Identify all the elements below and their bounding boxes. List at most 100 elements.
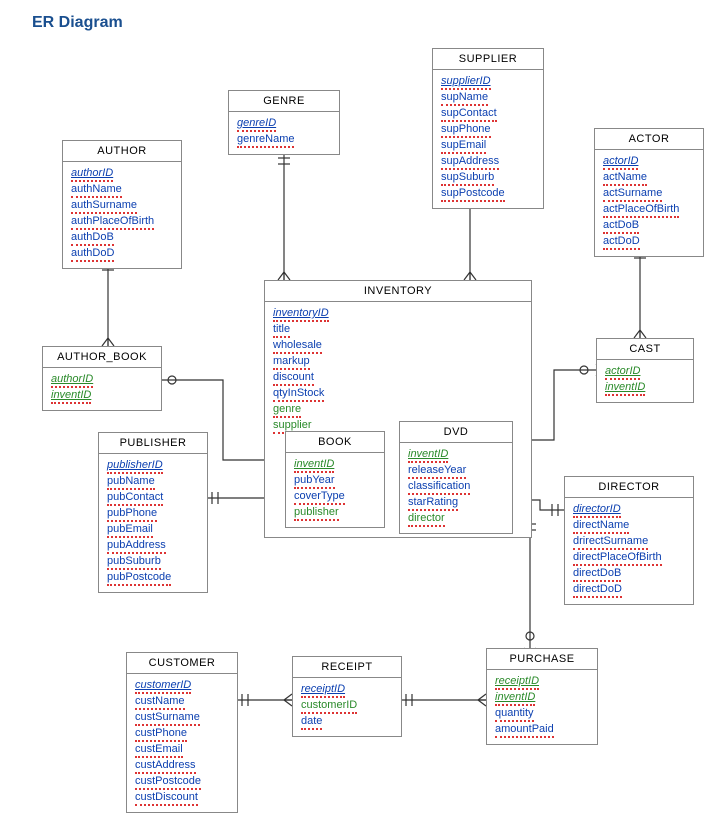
entity-supplier: SUPPLIER supplierIDsupNamesupContactsupP… <box>432 48 544 209</box>
attribute-custPostcode: custPostcode <box>135 774 201 790</box>
entity-book: BOOK inventIDpubYearcoverTypepublisher <box>285 431 385 528</box>
entity-author: AUTHOR authorIDauthNameauthSurnameauthPl… <box>62 140 182 269</box>
attribute-receiptID: receiptID <box>301 682 345 698</box>
entity-title: CAST <box>597 339 693 360</box>
attribute-director: director <box>408 511 445 527</box>
entity-receipt: RECEIPT receiptIDcustomerIDdate <box>292 656 402 737</box>
attribute-publisher: publisher <box>294 505 339 521</box>
attribute-actorID: actorID <box>605 364 640 380</box>
attribute-authPlaceOfBirth: authPlaceOfBirth <box>71 214 154 230</box>
attribute-custEmail: custEmail <box>135 742 183 758</box>
attribute-actPlaceOfBirth: actPlaceOfBirth <box>603 202 679 218</box>
attribute-coverType: coverType <box>294 489 345 505</box>
attribute-authName: authName <box>71 182 122 198</box>
attribute-customerID: customerID <box>301 698 357 714</box>
attribute-custSurname: custSurname <box>135 710 200 726</box>
attribute-actDoB: actDoB <box>603 218 639 234</box>
entity-publisher: PUBLISHER publisherIDpubNamepubContactpu… <box>98 432 208 593</box>
attribute-supplierID: supplierID <box>441 74 491 90</box>
attribute-authorID: authorID <box>71 166 113 182</box>
entity-dvd: DVD inventIDreleaseYearclassificationsta… <box>399 421 513 534</box>
attribute-pubAddress: pubAddress <box>107 538 166 554</box>
entity-attrs: publisherIDpubNamepubContactpubPhonepubE… <box>99 454 207 592</box>
attribute-supSuburb: supSuburb <box>441 170 494 186</box>
attribute-genre: genre <box>273 402 301 418</box>
attribute-genreID: genreID <box>237 116 276 132</box>
attribute-directorID: directorID <box>573 502 621 518</box>
attribute-actDoD: actDoD <box>603 234 640 250</box>
entity-customer: CUSTOMER customerIDcustNamecustSurnamecu… <box>126 652 238 813</box>
attribute-directPlaceOfBirth: directPlaceOfBirth <box>573 550 662 566</box>
attribute-publisherID: publisherID <box>107 458 163 474</box>
attribute-customerID: customerID <box>135 678 191 694</box>
attribute-directDoB: directDoB <box>573 566 621 582</box>
entity-attrs: customerIDcustNamecustSurnamecustPhonecu… <box>127 674 237 812</box>
attribute-releaseYear: releaseYear <box>408 463 466 479</box>
entity-title: CUSTOMER <box>127 653 237 674</box>
entity-attrs: actorIDinventID <box>597 360 693 402</box>
attribute-supContact: supContact <box>441 106 497 122</box>
attribute-inventID: inventID <box>408 447 448 463</box>
attribute-markup: markup <box>273 354 310 370</box>
attribute-discount: discount <box>273 370 314 386</box>
attribute-inventID: inventID <box>495 690 535 706</box>
attribute-pubName: pubName <box>107 474 155 490</box>
attribute-date: date <box>301 714 322 730</box>
attribute-qtyInStock: qtyInStock <box>273 386 324 402</box>
attribute-starRating: starRating <box>408 495 458 511</box>
attribute-classification: classification <box>408 479 470 495</box>
attribute-inventID: inventID <box>51 388 91 404</box>
attribute-genreName: genreName <box>237 132 294 148</box>
entity-title: RECEIPT <box>293 657 401 678</box>
attribute-inventID: inventID <box>605 380 645 396</box>
entity-attrs: actorIDactNameactSurnameactPlaceOfBirtha… <box>595 150 703 256</box>
entity-genre: GENRE genreIDgenreName <box>228 90 340 155</box>
entity-attrs: receiptIDcustomerIDdate <box>293 678 401 736</box>
entity-cast: CAST actorIDinventID <box>596 338 694 403</box>
entity-title: ACTOR <box>595 129 703 150</box>
attribute-authSurname: authSurname <box>71 198 137 214</box>
attribute-receiptID: receiptID <box>495 674 539 690</box>
attribute-authDoD: authDoD <box>71 246 114 262</box>
entity-title: AUTHOR <box>63 141 181 162</box>
attribute-pubEmail: pubEmail <box>107 522 153 538</box>
entity-attrs: supplierIDsupNamesupContactsupPhonesupEm… <box>433 70 543 208</box>
entity-title: AUTHOR_BOOK <box>43 347 161 368</box>
attribute-inventoryID: inventoryID <box>273 306 329 322</box>
entity-attrs: inventIDpubYearcoverTypepublisher <box>286 453 384 527</box>
attribute-supPostcode: supPostcode <box>441 186 505 202</box>
entity-title: INVENTORY <box>265 281 531 302</box>
entity-title: PURCHASE <box>487 649 597 670</box>
attribute-wholesale: wholesale <box>273 338 322 354</box>
entity-purchase: PURCHASE receiptIDinventIDquantityamount… <box>486 648 598 745</box>
attribute-directDoD: directDoD <box>573 582 622 598</box>
entity-attrs: genreIDgenreName <box>229 112 339 154</box>
attribute-directName: directName <box>573 518 629 534</box>
entity-attrs: inventIDreleaseYearclassificationstarRat… <box>400 443 512 533</box>
entity-title: DVD <box>400 422 512 443</box>
entity-attrs: directorIDdirectNamedrirectSurnamedirect… <box>565 498 693 604</box>
entity-director: DIRECTOR directorIDdirectNamedrirectSurn… <box>564 476 694 605</box>
attribute-quantity: quantity <box>495 706 534 722</box>
attribute-pubYear: pubYear <box>294 473 335 489</box>
attribute-custPhone: custPhone <box>135 726 187 742</box>
entity-actor: ACTOR actorIDactNameactSurnameactPlaceOf… <box>594 128 704 257</box>
entity-title: SUPPLIER <box>433 49 543 70</box>
attribute-supEmail: supEmail <box>441 138 486 154</box>
attribute-drirectSurname: drirectSurname <box>573 534 648 550</box>
entity-author-book: AUTHOR_BOOK authorIDinventID <box>42 346 162 411</box>
entity-attrs: authorIDauthNameauthSurnameauthPlaceOfBi… <box>63 162 181 268</box>
entity-title: PUBLISHER <box>99 433 207 454</box>
attribute-authorID: authorID <box>51 372 93 388</box>
attribute-inventID: inventID <box>294 457 334 473</box>
attribute-pubSuburb: pubSuburb <box>107 554 161 570</box>
attribute-actName: actName <box>603 170 647 186</box>
attribute-pubContact: pubContact <box>107 490 163 506</box>
entity-title: DIRECTOR <box>565 477 693 498</box>
entity-title: GENRE <box>229 91 339 112</box>
attribute-custName: custName <box>135 694 185 710</box>
attribute-custDiscount: custDiscount <box>135 790 198 806</box>
attribute-supName: supName <box>441 90 488 106</box>
attribute-actorID: actorID <box>603 154 638 170</box>
attribute-supAddress: supAddress <box>441 154 499 170</box>
